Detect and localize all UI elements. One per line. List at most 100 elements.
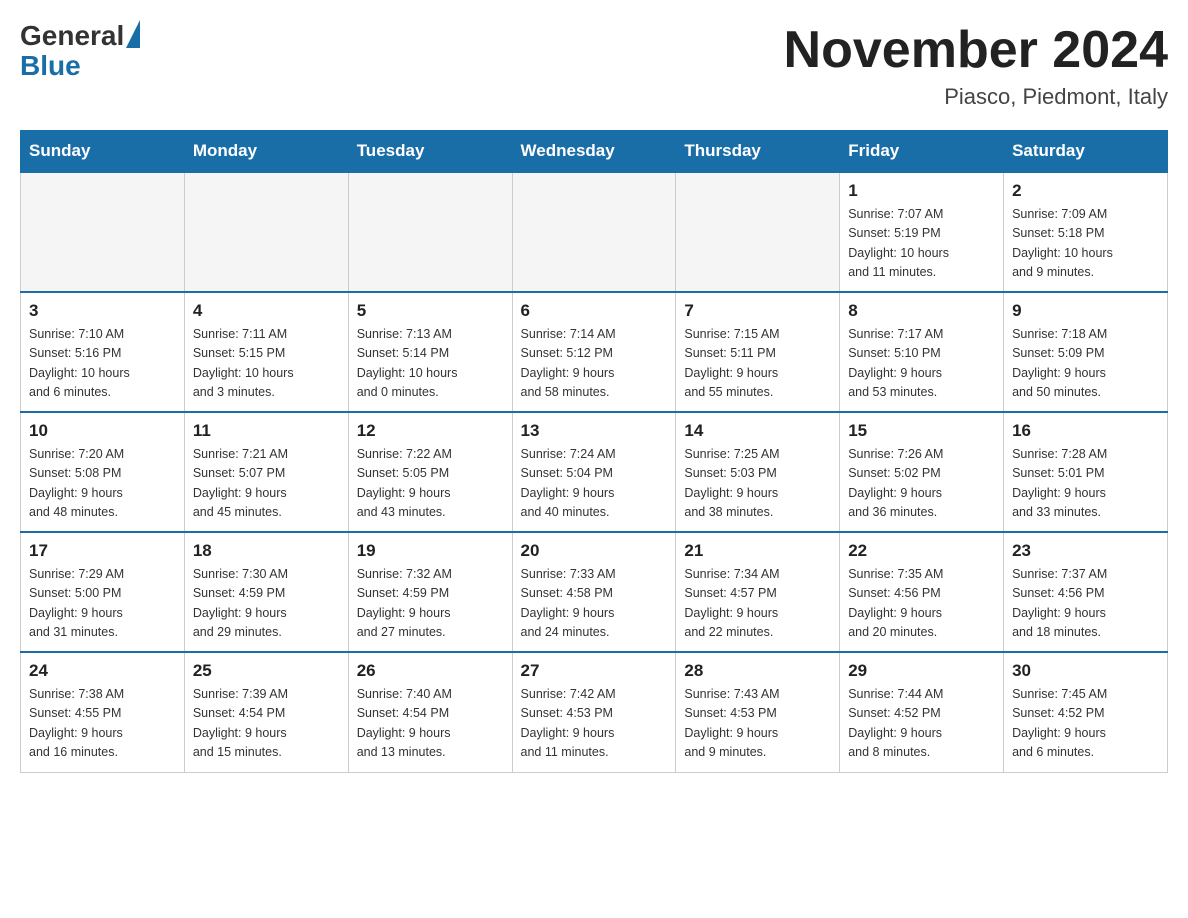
day-number: 15 (848, 421, 995, 441)
calendar-cell: 9Sunrise: 7:18 AM Sunset: 5:09 PM Daylig… (1004, 292, 1168, 412)
day-info: Sunrise: 7:43 AM Sunset: 4:53 PM Dayligh… (684, 685, 831, 763)
calendar-cell: 18 Sunrise: 7:30 AM Sunset: 4:59 PM Dayli… (184, 532, 348, 652)
calendar-week-row: 17Sunrise: 7:29 AM Sunset: 5:00 PM Dayli… (21, 532, 1168, 652)
day-info: Sunrise: 7:21 AM Sunset: 5:07 PM Dayligh… (193, 445, 340, 523)
day-info: Sunrise: 7:34 AM Sunset: 4:57 PM Dayligh… (684, 565, 831, 643)
weekday-header-thursday: Thursday (676, 131, 840, 173)
weekday-header-friday: Friday (840, 131, 1004, 173)
calendar-cell (184, 172, 348, 292)
day-number: 3 (29, 301, 176, 321)
day-info: Sunrise: 7:11 AM Sunset: 5:15 PM Dayligh… (193, 325, 340, 403)
day-number: 7 (684, 301, 831, 321)
calendar-cell: 7 Sunrise: 7:15 AM Sunset: 5:11 PM Daylig… (676, 292, 840, 412)
calendar-cell: 29 Sunrise: 7:44 AM Sunset: 4:52 PM Dayli… (840, 652, 1004, 772)
calendar-week-row: 10Sunrise: 7:20 AM Sunset: 5:08 PM Dayli… (21, 412, 1168, 532)
day-info: Sunrise: 7:42 AM Sunset: 4:53 PM Dayligh… (521, 685, 668, 763)
logo: General Blue (20, 20, 140, 82)
day-info: Sunrise: 7:39 AM Sunset: 4:54 PM Dayligh… (193, 685, 340, 763)
day-info: Sunrise: 7:45 AM Sunset: 4:52 PM Dayligh… (1012, 685, 1159, 763)
day-number: 28 (684, 661, 831, 681)
day-info: Sunrise: 7:44 AM Sunset: 4:52 PM Dayligh… (848, 685, 995, 763)
calendar-cell (676, 172, 840, 292)
weekday-header-sunday: Sunday (21, 131, 185, 173)
day-info: Sunrise: 7:30 AM Sunset: 4:59 PM Dayligh… (193, 565, 340, 643)
calendar-cell: 23 Sunrise: 7:37 AM Sunset: 4:56 PM Dayli… (1004, 532, 1168, 652)
day-number: 18 (193, 541, 340, 561)
calendar-table: SundayMondayTuesdayWednesdayThursdayFrid… (20, 130, 1168, 773)
day-number: 14 (684, 421, 831, 441)
day-info: Sunrise: 7:40 AM Sunset: 4:54 PM Dayligh… (357, 685, 504, 763)
day-number: 24 (29, 661, 176, 681)
day-number: 30 (1012, 661, 1159, 681)
calendar-cell: 28 Sunrise: 7:43 AM Sunset: 4:53 PM Dayli… (676, 652, 840, 772)
day-number: 13 (521, 421, 668, 441)
calendar-week-row: 3 Sunrise: 7:10 AM Sunset: 5:16 PM Daylig… (21, 292, 1168, 412)
day-number: 12 (357, 421, 504, 441)
day-info: Sunrise: 7:35 AM Sunset: 4:56 PM Dayligh… (848, 565, 995, 643)
day-info: Sunrise: 7:07 AM Sunset: 5:19 PM Dayligh… (848, 205, 995, 283)
calendar-cell: 11 Sunrise: 7:21 AM Sunset: 5:07 PM Dayli… (184, 412, 348, 532)
calendar-cell: 22 Sunrise: 7:35 AM Sunset: 4:56 PM Dayli… (840, 532, 1004, 652)
day-info: Sunrise: 7:22 AM Sunset: 5:05 PM Dayligh… (357, 445, 504, 523)
calendar-cell: 19 Sunrise: 7:32 AM Sunset: 4:59 PM Dayli… (348, 532, 512, 652)
day-info: Sunrise: 7:37 AM Sunset: 4:56 PM Dayligh… (1012, 565, 1159, 643)
calendar-cell: 16Sunrise: 7:28 AM Sunset: 5:01 PM Dayli… (1004, 412, 1168, 532)
day-info: Sunrise: 7:28 AM Sunset: 5:01 PM Dayligh… (1012, 445, 1159, 523)
weekday-header-monday: Monday (184, 131, 348, 173)
calendar-week-row: 1 Sunrise: 7:07 AM Sunset: 5:19 PM Daylig… (21, 172, 1168, 292)
day-number: 20 (521, 541, 668, 561)
day-info: Sunrise: 7:25 AM Sunset: 5:03 PM Dayligh… (684, 445, 831, 523)
day-info: Sunrise: 7:10 AM Sunset: 5:16 PM Dayligh… (29, 325, 176, 403)
weekday-header-saturday: Saturday (1004, 131, 1168, 173)
day-number: 29 (848, 661, 995, 681)
day-number: 4 (193, 301, 340, 321)
day-number: 23 (1012, 541, 1159, 561)
day-info: Sunrise: 7:26 AM Sunset: 5:02 PM Dayligh… (848, 445, 995, 523)
day-number: 21 (684, 541, 831, 561)
day-info: Sunrise: 7:15 AM Sunset: 5:11 PM Dayligh… (684, 325, 831, 403)
calendar-cell: 15 Sunrise: 7:26 AM Sunset: 5:02 PM Dayli… (840, 412, 1004, 532)
calendar-cell: 17Sunrise: 7:29 AM Sunset: 5:00 PM Dayli… (21, 532, 185, 652)
weekday-header-row: SundayMondayTuesdayWednesdayThursdayFrid… (21, 131, 1168, 173)
logo-blue-text: Blue (20, 50, 81, 82)
day-info: Sunrise: 7:32 AM Sunset: 4:59 PM Dayligh… (357, 565, 504, 643)
day-info: Sunrise: 7:09 AM Sunset: 5:18 PM Dayligh… (1012, 205, 1159, 283)
day-number: 26 (357, 661, 504, 681)
calendar-cell: 30 Sunrise: 7:45 AM Sunset: 4:52 PM Dayli… (1004, 652, 1168, 772)
day-info: Sunrise: 7:17 AM Sunset: 5:10 PM Dayligh… (848, 325, 995, 403)
day-info: Sunrise: 7:20 AM Sunset: 5:08 PM Dayligh… (29, 445, 176, 523)
day-number: 25 (193, 661, 340, 681)
calendar-cell: 2Sunrise: 7:09 AM Sunset: 5:18 PM Daylig… (1004, 172, 1168, 292)
calendar-cell: 10Sunrise: 7:20 AM Sunset: 5:08 PM Dayli… (21, 412, 185, 532)
day-number: 8 (848, 301, 995, 321)
day-number: 27 (521, 661, 668, 681)
day-number: 11 (193, 421, 340, 441)
calendar-cell (21, 172, 185, 292)
day-info: Sunrise: 7:38 AM Sunset: 4:55 PM Dayligh… (29, 685, 176, 763)
calendar-cell: 8 Sunrise: 7:17 AM Sunset: 5:10 PM Daylig… (840, 292, 1004, 412)
logo-flag-icon (126, 20, 140, 48)
logo-general-text: General (20, 20, 124, 52)
calendar-week-row: 24 Sunrise: 7:38 AM Sunset: 4:55 PM Dayli… (21, 652, 1168, 772)
day-number: 22 (848, 541, 995, 561)
calendar-cell: 14 Sunrise: 7:25 AM Sunset: 5:03 PM Dayli… (676, 412, 840, 532)
calendar-cell: 25 Sunrise: 7:39 AM Sunset: 4:54 PM Dayli… (184, 652, 348, 772)
day-info: Sunrise: 7:13 AM Sunset: 5:14 PM Dayligh… (357, 325, 504, 403)
weekday-header-wednesday: Wednesday (512, 131, 676, 173)
weekday-header-tuesday: Tuesday (348, 131, 512, 173)
day-number: 9 (1012, 301, 1159, 321)
calendar-cell: 5 Sunrise: 7:13 AM Sunset: 5:14 PM Daylig… (348, 292, 512, 412)
day-number: 1 (848, 181, 995, 201)
day-number: 19 (357, 541, 504, 561)
calendar-cell (348, 172, 512, 292)
day-number: 5 (357, 301, 504, 321)
title-section: November 2024 Piasco, Piedmont, Italy (784, 20, 1168, 110)
day-info: Sunrise: 7:33 AM Sunset: 4:58 PM Dayligh… (521, 565, 668, 643)
page-header: General Blue November 2024 Piasco, Piedm… (20, 20, 1168, 110)
day-number: 17 (29, 541, 176, 561)
day-info: Sunrise: 7:14 AM Sunset: 5:12 PM Dayligh… (521, 325, 668, 403)
calendar-cell: 13 Sunrise: 7:24 AM Sunset: 5:04 PM Dayli… (512, 412, 676, 532)
calendar-cell: 20 Sunrise: 7:33 AM Sunset: 4:58 PM Dayli… (512, 532, 676, 652)
day-info: Sunrise: 7:24 AM Sunset: 5:04 PM Dayligh… (521, 445, 668, 523)
calendar-cell: 27 Sunrise: 7:42 AM Sunset: 4:53 PM Dayli… (512, 652, 676, 772)
